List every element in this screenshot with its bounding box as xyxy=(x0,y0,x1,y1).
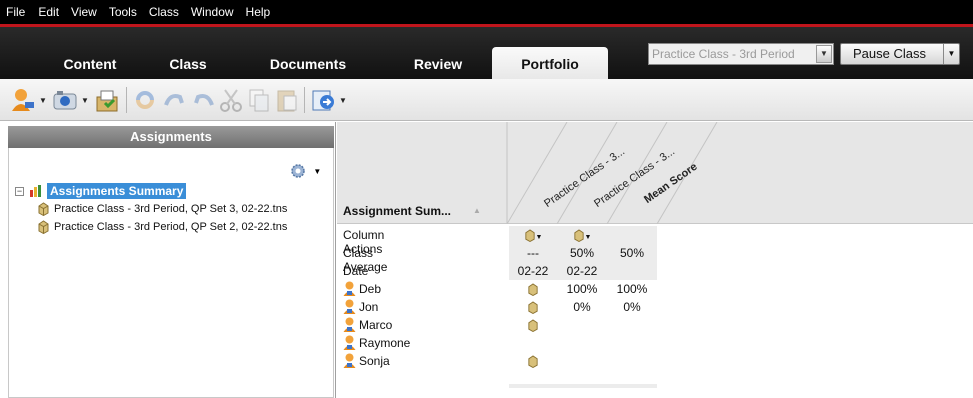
pause-class-button[interactable]: Pause Class ▼ xyxy=(840,43,960,65)
toolbar: ▼ ▼ ▼ xyxy=(0,79,973,121)
menu-file[interactable]: File xyxy=(6,5,25,19)
submission-icon-cell[interactable] xyxy=(509,316,557,334)
paste-icon[interactable] xyxy=(274,87,300,113)
assignments-summary-label[interactable]: Assignments Summary xyxy=(47,183,187,199)
tab-class[interactable]: Class xyxy=(148,49,228,79)
student-name[interactable]: Deb xyxy=(359,282,381,296)
mean-score: 100% xyxy=(616,282,648,296)
class-average-mean: 50% xyxy=(619,246,645,260)
camera-icon[interactable] xyxy=(52,87,78,113)
tns-file-icon xyxy=(528,355,538,369)
chevron-down-icon: ▼ xyxy=(584,234,592,241)
student-name[interactable]: Marco xyxy=(359,318,392,332)
tns-file-icon xyxy=(528,301,538,315)
tns-file-icon xyxy=(528,319,538,333)
menu-view[interactable]: View xyxy=(71,5,97,19)
student-name[interactable]: Jon xyxy=(359,300,378,314)
menu-window[interactable]: Window xyxy=(191,5,234,19)
sort-arrow-icon[interactable]: ▲ xyxy=(473,206,481,215)
chevron-down-icon: ▼ xyxy=(535,234,543,241)
assignment-summary-column-header[interactable]: Assignment Sum... xyxy=(343,204,451,218)
tree-item-label[interactable]: Practice Class - 3rd Period, QP Set 2, 0… xyxy=(54,221,287,233)
row-label: Date xyxy=(343,264,369,278)
class-average-set3: --- xyxy=(527,246,539,260)
column-action-menu-set2[interactable]: ▼ xyxy=(557,226,607,244)
assignments-tree: − Assignments Summary Practice Class - 3… xyxy=(15,182,287,236)
tab-content[interactable]: Content xyxy=(40,49,140,79)
tns-file-icon xyxy=(528,283,538,297)
copy-icon[interactable] xyxy=(246,87,272,113)
export-icon[interactable] xyxy=(310,87,336,113)
tns-file-icon xyxy=(573,229,584,243)
undo-icon[interactable] xyxy=(162,87,188,113)
student-icon xyxy=(343,281,356,296)
tab-review[interactable]: Review xyxy=(388,49,488,79)
portfolio-grid: Assignment Sum... ▲ Practice Class - 3..… xyxy=(337,122,973,398)
grid-header: Assignment Sum... ▲ Practice Class - 3..… xyxy=(337,122,973,224)
score-set2[interactable]: 0% xyxy=(557,298,607,316)
class-average-set2: 50% xyxy=(569,246,595,260)
redo-icon[interactable] xyxy=(190,87,216,113)
assignments-panel: Assignments ▼ − Assignments Summary Prac… xyxy=(0,122,336,398)
tns-file-icon xyxy=(524,229,535,243)
chevron-down-icon[interactable]: ▼ xyxy=(816,45,832,63)
cut-icon[interactable] xyxy=(218,87,244,113)
column-action-menu-set3[interactable]: ▼ xyxy=(509,226,557,244)
tab-portfolio[interactable]: Portfolio xyxy=(492,47,608,79)
class-selector[interactable]: Practice Class - 3rd Period ▼ xyxy=(648,43,834,65)
student-name[interactable]: Sonja xyxy=(359,354,390,368)
tree-root[interactable]: − Assignments Summary xyxy=(15,182,287,200)
collapse-icon[interactable]: − xyxy=(15,186,24,196)
options-gear-button[interactable]: ▼ xyxy=(289,162,321,180)
workspace-tab-bar: Content Class Documents Review Portfolio… xyxy=(0,27,973,79)
student-icon[interactable] xyxy=(10,87,36,113)
tns-file-icon xyxy=(38,220,49,234)
pause-options-chevron-icon[interactable]: ▼ xyxy=(943,44,959,64)
camera-dropdown-icon[interactable]: ▼ xyxy=(81,96,89,105)
assignments-tree-container: ▼ − Assignments Summary Practice Class -… xyxy=(8,148,334,398)
date-set2: 02-22 xyxy=(566,264,598,278)
student-icon xyxy=(343,353,356,368)
menu-help[interactable]: Help xyxy=(246,5,271,19)
score-set2[interactable]: 100% xyxy=(557,280,607,298)
student-dropdown-icon[interactable]: ▼ xyxy=(39,96,47,105)
bar-chart-icon xyxy=(30,185,41,197)
student-icon xyxy=(343,317,356,332)
student-icon xyxy=(343,335,356,350)
assignments-panel-title: Assignments xyxy=(8,126,334,148)
gear-icon xyxy=(291,164,305,178)
mean-score: 0% xyxy=(623,300,641,314)
tns-file-icon xyxy=(38,202,49,216)
student-name[interactable]: Raymone xyxy=(359,336,410,350)
submission-icon-cell[interactable] xyxy=(509,352,557,370)
export-dropdown-icon[interactable]: ▼ xyxy=(339,96,347,105)
refresh-icon[interactable] xyxy=(132,87,158,113)
tab-documents[interactable]: Documents xyxy=(252,49,364,79)
student-icon xyxy=(343,299,356,314)
tree-item-set2[interactable]: Practice Class - 3rd Period, QP Set 2, 0… xyxy=(37,218,287,236)
date-set3: 02-22 xyxy=(517,264,549,278)
class-selector-value: Practice Class - 3rd Period xyxy=(652,47,795,61)
submission-icon-cell[interactable] xyxy=(509,280,557,298)
menu-class[interactable]: Class xyxy=(149,5,179,19)
tree-item-label[interactable]: Practice Class - 3rd Period, QP Set 3, 0… xyxy=(54,203,287,215)
submission-icon-cell[interactable] xyxy=(509,298,557,316)
pause-class-label: Pause Class xyxy=(853,46,926,61)
tree-item-set3[interactable]: Practice Class - 3rd Period, QP Set 3, 0… xyxy=(37,200,287,218)
chevron-down-icon: ▼ xyxy=(313,167,322,177)
menu-tools[interactable]: Tools xyxy=(109,5,137,19)
collect-files-icon[interactable] xyxy=(94,87,120,113)
menu-edit[interactable]: Edit xyxy=(38,5,59,19)
menu-bar: File Edit View Tools Class Window Help xyxy=(0,0,973,24)
